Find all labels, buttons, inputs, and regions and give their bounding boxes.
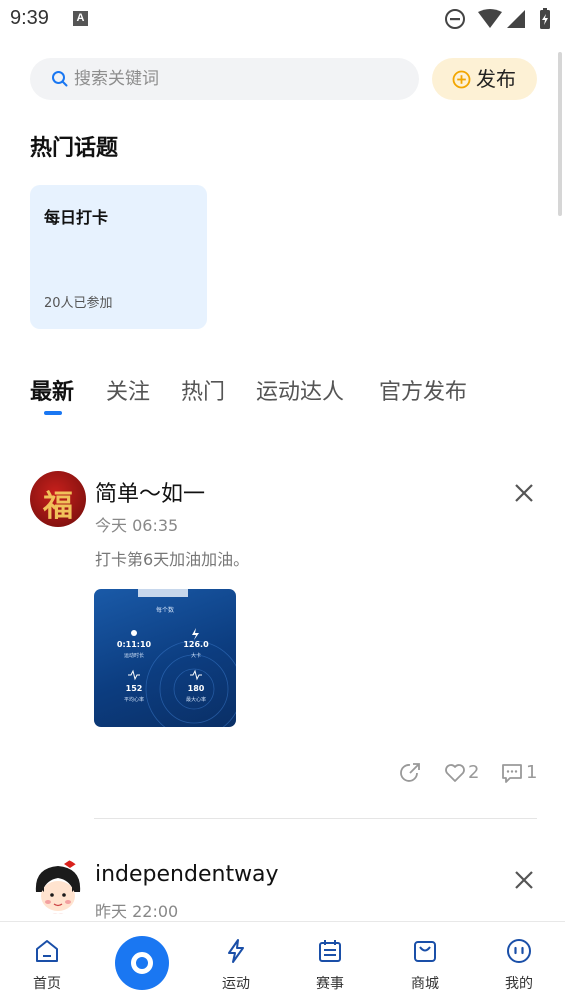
active-tab-indicator xyxy=(44,411,62,415)
workout-duration-value: 0:11:10 xyxy=(116,640,152,649)
post-content: 打卡第6天加油加油。 xyxy=(95,550,250,569)
comment-count: 1 xyxy=(526,762,538,783)
workout-avg-heart-value: 152 xyxy=(125,684,143,693)
workout-max-heart-label: 最大心率 xyxy=(185,697,206,703)
status-bar: 9:39 A xyxy=(0,0,565,38)
avatar[interactable]: 福 xyxy=(30,471,86,527)
workout-duration-label: 运动时长 xyxy=(123,653,144,659)
topic-participants: 20人已参加 xyxy=(44,296,113,311)
nav-sport-label: 运动 xyxy=(222,976,250,992)
comment-icon[interactable] xyxy=(500,761,524,785)
post-username[interactable]: independentway xyxy=(95,862,279,887)
like-count: 2 xyxy=(468,762,480,783)
publish-label: 发布 xyxy=(476,67,516,91)
shopping-bag-icon xyxy=(414,941,436,962)
nav-home-label: 首页 xyxy=(33,976,61,992)
calendar-icon xyxy=(319,940,341,962)
home-icon xyxy=(36,940,58,962)
workout-max-heart-value: 180 xyxy=(187,684,205,693)
tab-official[interactable]: 官方发布 xyxy=(379,378,467,408)
wifi-icon xyxy=(478,9,502,28)
workout-avg-heart-label: 平均心率 xyxy=(123,697,144,703)
close-icon[interactable] xyxy=(512,481,536,505)
nav-home[interactable]: 首页 xyxy=(7,922,87,1004)
nav-mall[interactable]: 商城 xyxy=(385,922,465,1004)
topic-card[interactable]: 每日打卡 20人已参加 xyxy=(30,185,207,329)
bottom-navigation: 首页 运动 赛事 商城 我的 xyxy=(0,921,565,1004)
nav-mine-label: 我的 xyxy=(505,976,533,992)
hot-topics-title: 热门话题 xyxy=(30,136,119,161)
profile-face-icon xyxy=(507,939,531,963)
nav-mall-label: 商城 xyxy=(411,976,439,992)
like-icon[interactable] xyxy=(443,761,467,785)
lightning-icon xyxy=(228,939,244,963)
scrollbar[interactable] xyxy=(558,52,562,216)
search-box[interactable]: 搜索关键词 xyxy=(30,58,419,100)
search-icon xyxy=(52,71,68,87)
notification-icon: A xyxy=(73,11,88,26)
topic-title: 每日打卡 xyxy=(44,208,109,227)
start-workout-button[interactable] xyxy=(115,936,169,990)
battery-icon xyxy=(540,8,550,29)
tab-sport-stars[interactable]: 运动达人 xyxy=(256,378,344,408)
post-time: 今天 06:35 xyxy=(95,516,179,535)
post-username[interactable]: 简单～如一 xyxy=(95,476,205,508)
close-icon[interactable] xyxy=(512,868,536,892)
workout-screenshot-image[interactable]: 每个数 0:11:10 运动时长 126.0 大卡 152 平均心率 180 最… xyxy=(94,589,236,727)
publish-button[interactable]: 发布 xyxy=(432,58,537,100)
tab-following[interactable]: 关注 xyxy=(106,378,150,408)
cartoon-girl-avatar xyxy=(34,860,82,914)
share-icon[interactable] xyxy=(398,761,422,785)
status-time: 9:39 xyxy=(10,7,49,29)
do-not-disturb-icon xyxy=(445,9,465,29)
nav-events[interactable]: 赛事 xyxy=(290,922,370,1004)
workout-unit-label: 每个数 xyxy=(155,607,174,614)
avatar-fu-character: 福 xyxy=(43,489,73,524)
add-circle-icon xyxy=(452,70,471,89)
nav-sport[interactable]: 运动 xyxy=(196,922,276,1004)
signal-icon xyxy=(507,10,525,28)
feed-tabs: 最新 关注 热门 运动达人 官方发布 xyxy=(0,378,565,418)
status-icons xyxy=(445,8,550,29)
workout-calories-value: 126.0 xyxy=(183,640,209,649)
start-workout-icon xyxy=(131,952,153,974)
post-divider xyxy=(94,818,537,819)
tab-hot[interactable]: 热门 xyxy=(181,378,225,408)
avatar[interactable] xyxy=(30,858,86,914)
nav-mine[interactable]: 我的 xyxy=(479,922,559,1004)
nav-events-label: 赛事 xyxy=(316,976,344,992)
tab-latest[interactable]: 最新 xyxy=(30,378,74,408)
post-time: 昨天 22:00 xyxy=(95,902,179,921)
search-input[interactable]: 搜索关键词 xyxy=(74,67,159,91)
workout-calories-label: 大卡 xyxy=(190,653,201,659)
